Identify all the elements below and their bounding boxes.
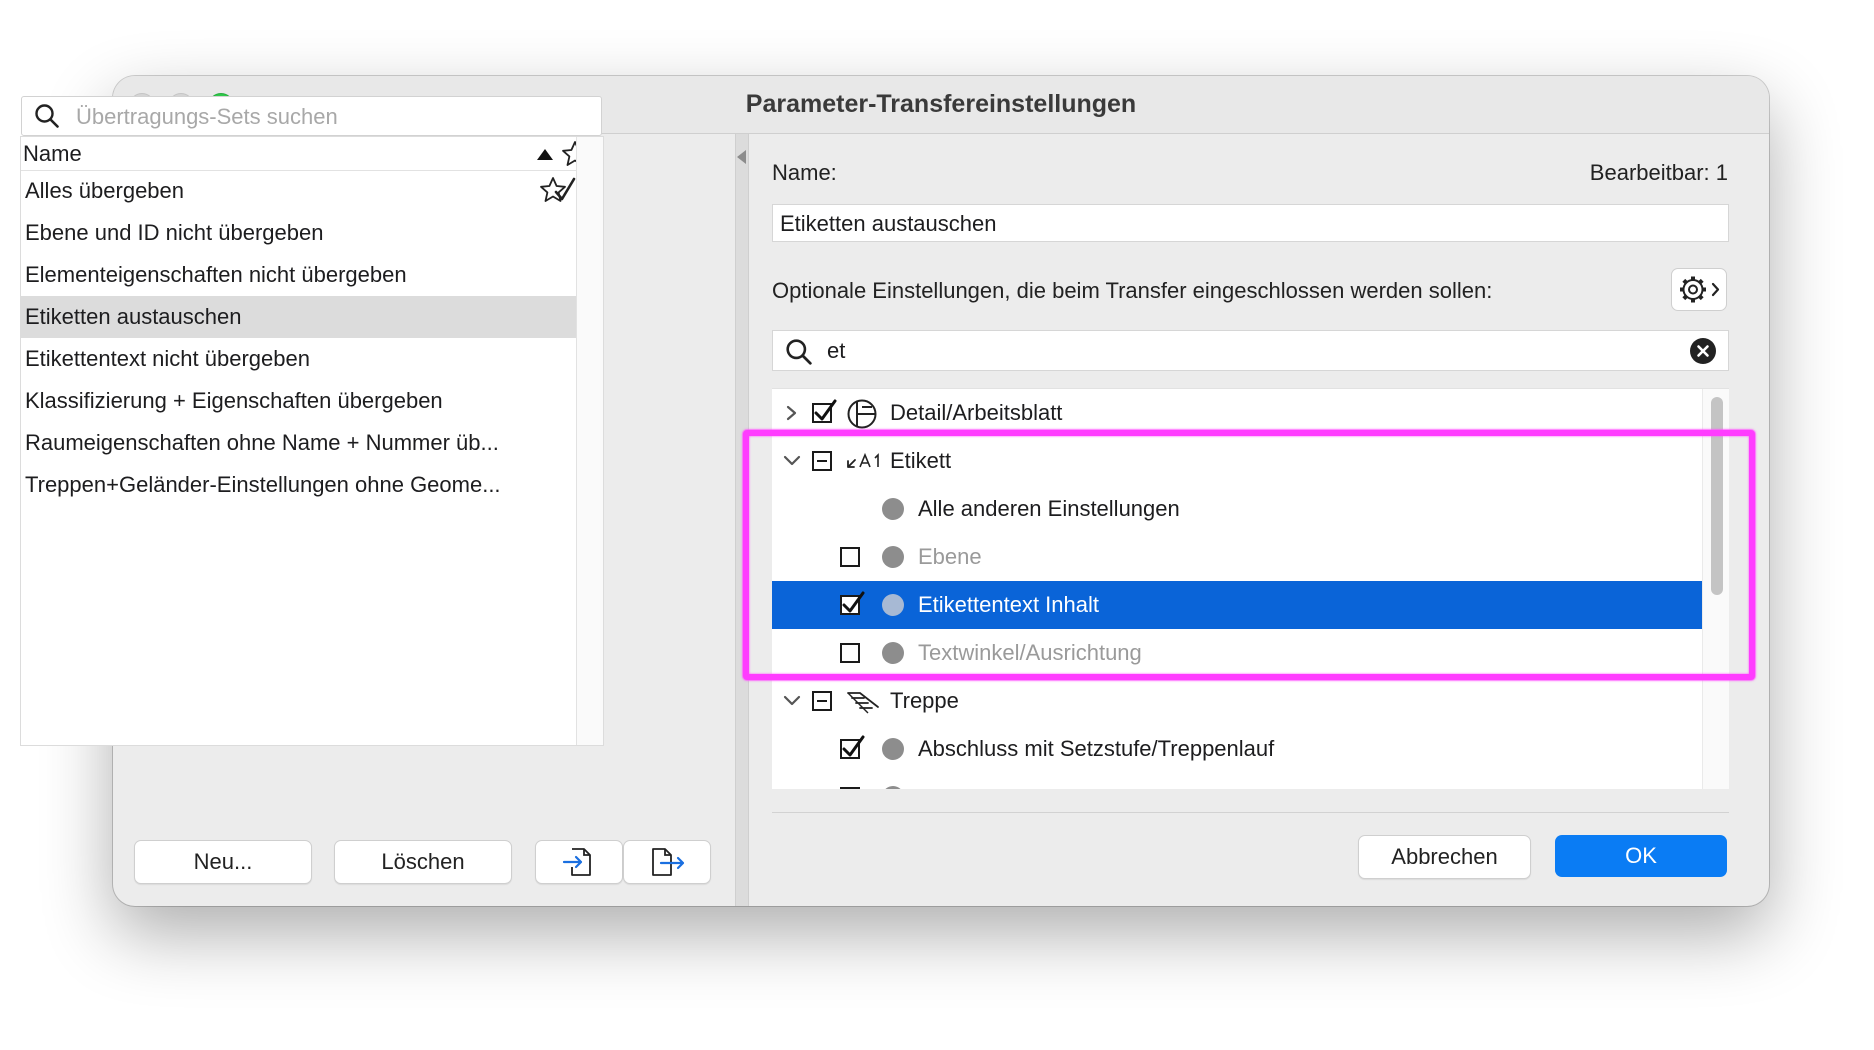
- tree-row-treppe[interactable]: Treppe: [772, 677, 1702, 725]
- set-search-box[interactable]: [21, 96, 602, 136]
- checkbox[interactable]: [840, 735, 865, 759]
- status-dot: [882, 786, 904, 789]
- tree-row-abschluss-mit-setzstufe[interactable]: Abschluss mit Setzstufe/Treppenlauf: [772, 725, 1702, 773]
- optional-settings-label: Optionale Einstellungen, die beim Transf…: [772, 278, 1493, 303]
- transfer-set-list: Name Alles übergeben Ebene und ID nicht …: [20, 136, 604, 746]
- set-name-field[interactable]: Etiketten austauschen: [772, 204, 1729, 242]
- checkbox-mixed[interactable]: [812, 691, 832, 711]
- filter-search-input[interactable]: et: [827, 338, 845, 364]
- delete-button[interactable]: Löschen: [334, 840, 512, 884]
- search-icon: [785, 338, 813, 371]
- gear-icon: [1680, 276, 1720, 303]
- editable-count-label: Bearbeitbar: 1: [1589, 160, 1728, 185]
- list-item[interactable]: Etikettentext nicht übergeben: [21, 338, 576, 380]
- checkbox[interactable]: [840, 787, 860, 789]
- favorite-star-icon[interactable]: [539, 175, 576, 212]
- checkbox[interactable]: [812, 399, 837, 423]
- tree-row-partial[interactable]: [772, 773, 1702, 789]
- footer-divider: [772, 812, 1729, 813]
- name-column-header[interactable]: Name: [23, 141, 82, 167]
- export-icon: [652, 848, 685, 876]
- import-icon: [562, 848, 591, 876]
- cancel-button[interactable]: Abbrechen: [1358, 835, 1531, 879]
- export-button[interactable]: [623, 840, 711, 884]
- import-button[interactable]: [535, 840, 623, 884]
- stair-icon: [847, 692, 879, 714]
- collapse-arrow-icon[interactable]: [737, 150, 746, 164]
- sort-ascending-icon[interactable]: [537, 149, 553, 160]
- list-item-selected[interactable]: Etiketten austauschen: [21, 296, 576, 338]
- list-item[interactable]: Treppen+Geländer-Einstellungen ohne Geom…: [21, 464, 576, 506]
- list-item[interactable]: Raumeigenschaften ohne Name + Nummer üb.…: [21, 422, 576, 464]
- list-header[interactable]: Name: [21, 137, 598, 171]
- chevron-right-icon[interactable]: [784, 404, 800, 422]
- list-item[interactable]: Alles übergeben: [21, 170, 576, 212]
- list-item[interactable]: Klassifizierung + Eigenschaften übergebe…: [21, 380, 576, 422]
- list-scrollbar[interactable]: [576, 137, 603, 745]
- list-item[interactable]: Ebene und ID nicht übergeben: [21, 212, 576, 254]
- search-icon: [34, 103, 60, 134]
- new-button[interactable]: Neu...: [134, 840, 312, 884]
- settings-menu-button[interactable]: [1671, 268, 1727, 311]
- list-item[interactable]: Elementeigenschaften nicht übergeben: [21, 254, 576, 296]
- clear-search-icon[interactable]: [1690, 338, 1716, 364]
- chevron-down-icon[interactable]: [782, 692, 802, 710]
- annotation-highlight-box: [743, 430, 1755, 680]
- status-dot: [882, 738, 904, 760]
- name-label: Name:: [772, 160, 837, 185]
- worksheet-icon: [847, 399, 877, 429]
- filter-search-box[interactable]: et: [772, 330, 1729, 371]
- ok-button[interactable]: OK: [1555, 835, 1727, 877]
- set-search-input[interactable]: [74, 101, 578, 133]
